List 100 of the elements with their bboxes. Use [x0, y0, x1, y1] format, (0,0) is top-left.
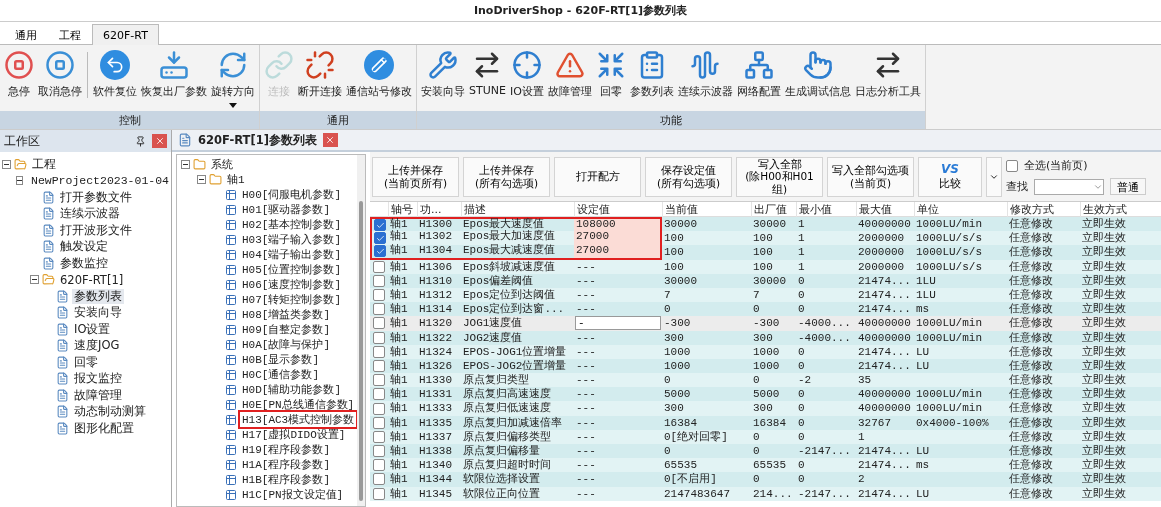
- row-checkbox[interactable]: [373, 331, 385, 344]
- pin-icon[interactable]: [135, 135, 146, 147]
- ribbon-button[interactable]: 连续示波器: [675, 48, 735, 101]
- ribbon-button[interactable]: 参数列表: [627, 48, 676, 101]
- tree-item[interactable]: 工程: [30, 156, 58, 172]
- tree-item[interactable]: 报文监控: [72, 371, 124, 387]
- collapse-toggle[interactable]: [181, 160, 190, 169]
- close-button[interactable]: [152, 134, 167, 148]
- collapse-toggle[interactable]: [30, 275, 39, 285]
- tree-item[interactable]: 回零: [72, 354, 100, 370]
- collapse-toggle[interactable]: [2, 159, 11, 169]
- action-button[interactable]: 写入全部勾选项 (当前页): [827, 156, 914, 197]
- group-item[interactable]: H0B[显示参数]: [240, 352, 321, 367]
- tree-item[interactable]: 打开参数文件: [58, 189, 134, 205]
- tree-item[interactable]: 参数列表: [72, 288, 124, 304]
- group-item[interactable]: H05[位置控制参数]: [240, 262, 343, 277]
- group-item[interactable]: H17[虚拟DIDO设置]: [240, 427, 348, 442]
- ribbon-button[interactable]: 取消急停: [36, 48, 84, 101]
- row-checkbox[interactable]: [373, 487, 385, 500]
- group-item[interactable]: H19[程序段参数]: [240, 442, 332, 457]
- tree-item[interactable]: 参数监控: [58, 255, 110, 271]
- scrollbar-thumb[interactable]: [359, 201, 363, 501]
- group-item[interactable]: H13[AC3模式控制参数: [240, 412, 357, 427]
- group-item[interactable]: 系统: [209, 157, 235, 172]
- ribbon-button[interactable]: 生成调试信息: [782, 48, 853, 101]
- row-checkbox[interactable]: [373, 402, 385, 415]
- row-checkbox[interactable]: [373, 289, 385, 302]
- tree-item[interactable]: 动态制动测算: [72, 404, 148, 420]
- row-checkbox[interactable]: [373, 388, 385, 401]
- table-row[interactable]: 轴1 H1330 原点复归类型 --- 0 0 -2 35 任意修改 立即生效: [370, 373, 1161, 388]
- row-checkbox[interactable]: [373, 459, 385, 472]
- action-button[interactable]: 保存设定值 (所有勾选项): [645, 156, 732, 197]
- action-button[interactable]: 写入全部 (除H00和H01组): [736, 156, 823, 197]
- group-item[interactable]: H0A[故障与保护]: [240, 337, 332, 352]
- row-checkbox[interactable]: [373, 317, 385, 330]
- ribbon-button[interactable]: 故障管理: [545, 48, 594, 101]
- row-checkbox[interactable]: [373, 345, 385, 358]
- row-checkbox[interactable]: [374, 219, 386, 232]
- search-combo[interactable]: [1034, 178, 1104, 195]
- group-item[interactable]: H08[增益类参数]: [240, 307, 332, 322]
- ribbon-button[interactable]: 旋转方向: [209, 48, 257, 110]
- row-checkbox[interactable]: [374, 245, 386, 258]
- row-checkbox[interactable]: [373, 303, 385, 316]
- tree-item[interactable]: IO设置: [72, 321, 113, 337]
- ribbon-button[interactable]: 回零: [593, 48, 628, 101]
- ribbon-button[interactable]: 日志分析工具: [852, 48, 923, 101]
- tree-item[interactable]: 620F-RT[1]: [58, 272, 126, 287]
- tree-item[interactable]: 图形化配置: [72, 420, 136, 436]
- group-item[interactable]: H03[端子输入参数]: [240, 232, 343, 247]
- group-item[interactable]: H06[速度控制参数]: [240, 277, 343, 292]
- compare-button[interactable]: VS 比较: [918, 156, 982, 197]
- ribbon-button[interactable]: 急停: [2, 48, 36, 101]
- tree-item[interactable]: 速度JOG: [72, 338, 122, 354]
- ribbon-button[interactable]: 软件复位: [91, 48, 139, 101]
- group-item[interactable]: H01[驱动器参数]: [240, 202, 332, 217]
- table-row[interactable]: 轴1 H1331 原点复归高速速度 --- 5000 5000 0 40000000 1000LU/min 任意修改 立即生效: [370, 387, 1161, 402]
- collapse-toggle[interactable]: [197, 175, 206, 184]
- ribbon-button[interactable]: 断开连接: [296, 48, 344, 101]
- tree-item[interactable]: 安装向导: [72, 305, 124, 321]
- menu-tab[interactable]: 工程: [48, 24, 92, 45]
- group-item[interactable]: H07[转矩控制参数]: [240, 292, 343, 307]
- tree-item[interactable]: 打开波形文件: [58, 222, 134, 238]
- menu-tab[interactable]: 通用: [4, 24, 48, 45]
- value-input[interactable]: -: [575, 316, 661, 331]
- ribbon-button[interactable]: IO设置: [507, 48, 546, 101]
- mode-button[interactable]: 普通: [1110, 178, 1146, 195]
- group-item[interactable]: H1A[程序段参数]: [240, 457, 332, 472]
- select-all-checkbox[interactable]: [1006, 159, 1018, 172]
- ribbon-button[interactable]: 恢复出厂参数: [139, 48, 209, 101]
- column-header[interactable]: 轴号: [388, 202, 417, 217]
- tree-item[interactable]: NewProject2023-01-04: [29, 174, 171, 188]
- group-item[interactable]: H1B[程序段参数]: [240, 472, 332, 487]
- tree-item[interactable]: 故障管理: [72, 387, 124, 403]
- row-checkbox[interactable]: [373, 473, 385, 486]
- ribbon-button[interactable]: 安装向导: [419, 48, 467, 101]
- collapse-toggle[interactable]: [16, 176, 23, 186]
- column-header[interactable]: 描述: [461, 202, 574, 217]
- table-row[interactable]: 轴1 H1314 Epos定位到达窗... --- 0 0 0 21474... ms 任意修改 立即生效: [370, 302, 1161, 317]
- table-row[interactable]: 轴1 H1333 原点复归低速速度 --- 300 300 0 40000000 1000LU/min 任意修改 立即生效: [370, 401, 1161, 416]
- row-checkbox[interactable]: [373, 374, 385, 387]
- action-button[interactable]: 上传并保存 (当前页所有): [372, 156, 459, 197]
- group-item[interactable]: H0E[PN总线通信参数]: [240, 397, 357, 412]
- group-item[interactable]: H04[端子输出参数]: [240, 247, 343, 262]
- table-row[interactable]: 轴1 H1344 软限位选择设置 --- 0[不启用] 0 0 2 任意修改 立即生效: [370, 472, 1161, 487]
- row-checkbox[interactable]: [373, 260, 385, 273]
- group-item[interactable]: H09[自整定参数]: [240, 322, 332, 337]
- group-item[interactable]: H00[伺服电机参数]: [240, 187, 343, 202]
- ribbon-button[interactable]: 通信站号修改: [344, 48, 414, 101]
- group-item[interactable]: H0C[通信参数]: [240, 367, 321, 382]
- document-tab[interactable]: 620F-RT[1]参数列表: [198, 132, 317, 148]
- group-item[interactable]: H1C[PN报文设定值]: [240, 487, 346, 502]
- group-item[interactable]: 轴1: [225, 172, 247, 187]
- table-row[interactable]: 轴1 H1340 原点复归超时时间 --- 65535 65535 0 21474... ms 任意修改 立即生效: [370, 458, 1161, 473]
- row-checkbox[interactable]: [373, 274, 385, 287]
- ribbon-button[interactable]: STUNE: [467, 48, 508, 99]
- table-row[interactable]: 轴1 H1338 原点复归偏移量 --- 0 0 -2147... 21474... LU 任意修改 立即生效: [370, 444, 1161, 459]
- group-item[interactable]: H02[基本控制参数]: [240, 217, 343, 232]
- menu-tab[interactable]: 620F-RT: [92, 24, 159, 45]
- tree-item[interactable]: 连续示波器: [58, 206, 122, 222]
- table-row[interactable]: 轴1 H1304 Epos最大减速度值 27000 100 100 1 2000000 1000LU/s/s 任意修改 立即生效: [370, 245, 1161, 260]
